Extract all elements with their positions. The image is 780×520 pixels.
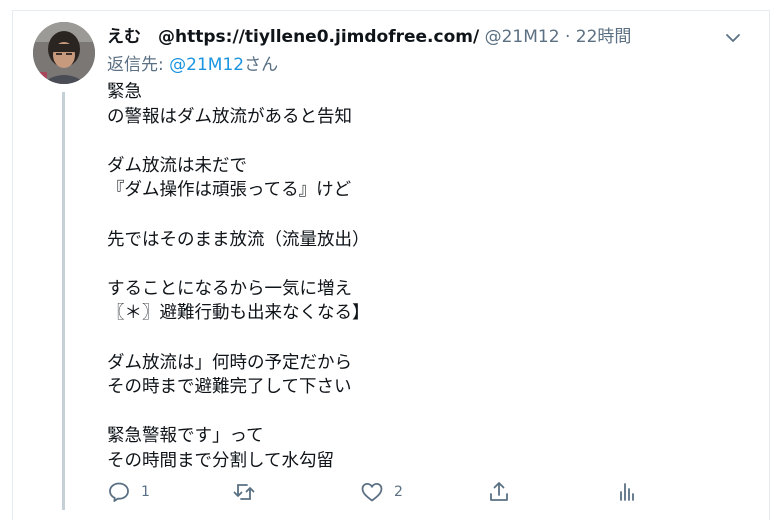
reply-suffix: さん [244, 55, 279, 75]
tweet-timestamp[interactable]: 22時間 [576, 27, 632, 47]
reply-count: 1 [141, 484, 150, 500]
analytics-icon [620, 483, 634, 501]
tweet-body: 緊急 の警報はダム放流があると告知 ダム放流は未だで 『ダム操作は頑張ってる』け… [107, 80, 707, 474]
body-line [107, 326, 707, 351]
body-line: 先ではそのまま放流（流量放出） [107, 229, 370, 250]
retweet-icon [233, 484, 255, 500]
reply-context: 返信先: @21M12さん [107, 53, 278, 77]
reply-prefix: 返信先: [107, 55, 170, 75]
avatar[interactable] [33, 22, 95, 84]
meta-separator: · [564, 27, 571, 47]
page: えむ @https://tiyllene0.jimdofree.com/ @21… [0, 0, 780, 520]
heart-icon [361, 483, 383, 502]
like-count: 2 [394, 484, 403, 500]
body-line: することになるから一気に増え [107, 278, 352, 299]
retweet-button[interactable] [232, 478, 266, 506]
analytics-button[interactable] [615, 478, 639, 506]
more-options-button[interactable] [722, 27, 744, 49]
author-handle[interactable]: @21M12 [485, 27, 560, 47]
thread-connector-line [62, 92, 65, 510]
tweet-actions: 1 2 [107, 478, 647, 506]
body-line: ダム放流は」何時の予定だから [107, 352, 352, 373]
share-button[interactable] [487, 478, 511, 506]
body-line: その時まで避難完了して下さい [107, 377, 352, 398]
body-line: ダム放流は未だで [107, 155, 247, 176]
body-line [107, 252, 707, 277]
body-line: 緊急 [107, 82, 142, 102]
share-icon [490, 482, 508, 501]
body-line [107, 400, 707, 425]
reply-button[interactable]: 1 [107, 478, 150, 506]
body-line: 『ダム操作は頑張ってる』けど [107, 180, 352, 201]
reply-mention-link[interactable]: @21M12 [169, 55, 244, 75]
body-line: その時間まで分割して水勾留 [107, 450, 334, 471]
body-line: 〖＊〗避難行動も出来なくなる】 [107, 303, 370, 324]
body-line [107, 203, 707, 228]
body-line: の警報はダム放流があると告知 [107, 106, 352, 127]
tweet-header: えむ @https://tiyllene0.jimdofree.com/ @21… [107, 25, 631, 49]
avatar-image [33, 22, 95, 84]
reply-icon [109, 482, 129, 502]
body-line [107, 129, 707, 154]
author-name[interactable]: えむ @https://tiyllene0.jimdofree.com/ [107, 27, 479, 47]
chevron-down-icon [726, 34, 740, 42]
like-button[interactable]: 2 [360, 478, 403, 506]
body-line: 緊急警報です」って [107, 426, 264, 447]
